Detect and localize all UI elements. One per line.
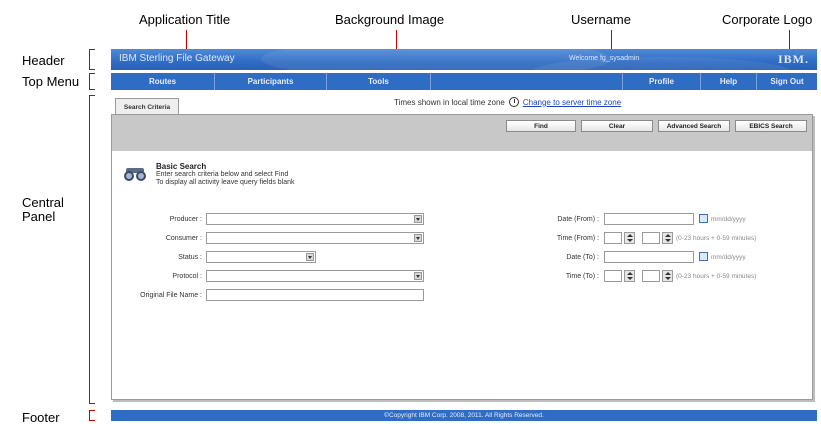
basic-search-title: Basic Search [156, 162, 207, 171]
annotation-footer: Footer [22, 410, 60, 424]
binoculars-icon [124, 168, 146, 181]
chevron-down-icon [414, 272, 422, 280]
annotation-bracket-top-menu [89, 73, 95, 90]
time-to-label: Time (To) : [565, 273, 599, 280]
menu-item-routes[interactable]: Routes [111, 73, 215, 90]
protocol-select[interactable] [206, 270, 424, 282]
central-panel: Search Criteria Times shown in local tim… [111, 93, 817, 405]
original-file-name-input[interactable] [206, 289, 424, 301]
annotation-bracket-central-panel [89, 95, 95, 404]
tab-search-criteria[interactable]: Search Criteria [115, 98, 179, 115]
date-to-label: Date (To) : [566, 254, 599, 261]
protocol-label: Protocol : [172, 273, 202, 280]
copyright-text: ©Copyright IBM Corp. 2008, 2011. All Rig… [384, 412, 544, 419]
date-format-hint: mm/dd/yyyy [711, 216, 746, 223]
date-to-input[interactable] [604, 251, 694, 263]
annotation-background-image: Background Image [335, 12, 445, 27]
time-to-minutes-input[interactable] [642, 270, 660, 282]
time-from-hours-spinner[interactable] [624, 232, 635, 244]
date-from-label: Date (From) : [557, 216, 599, 223]
menu-item-sign-out[interactable]: Sign Out [757, 73, 817, 90]
calendar-icon[interactable] [699, 214, 708, 223]
status-label: Status : [178, 254, 202, 261]
time-from-minutes-input[interactable] [642, 232, 660, 244]
clear-button[interactable]: Clear [581, 120, 653, 132]
find-button[interactable]: Find [506, 120, 576, 132]
annotation-bracket-header [89, 49, 95, 70]
time-from-hours-input[interactable] [604, 232, 622, 244]
status-select[interactable] [206, 251, 316, 263]
application-title: IBM Sterling File Gateway [119, 53, 235, 64]
timezone-text: Times shown in local time zone [394, 97, 505, 107]
time-from-minutes-spinner[interactable] [662, 232, 673, 244]
chevron-down-icon [414, 234, 422, 242]
consumer-select[interactable] [206, 232, 424, 244]
menu-item-tools[interactable]: Tools [327, 73, 431, 90]
app-footer: ©Copyright IBM Corp. 2008, 2011. All Rig… [111, 410, 817, 421]
date-from-input[interactable] [604, 213, 694, 225]
annotation-central-panel-1: Central [22, 195, 64, 210]
menu-item-help[interactable]: Help [701, 73, 757, 90]
annotation-header: Header [22, 53, 65, 68]
clock-icon [508, 97, 519, 107]
ebics-search-button[interactable]: EBICS Search [735, 120, 807, 132]
basic-search-instruction: Enter search criteria below and select F… [156, 171, 289, 178]
chevron-down-icon [414, 215, 422, 223]
change-timezone-link[interactable]: Change to server time zone [523, 98, 621, 107]
corporate-logo: IBM. [778, 52, 809, 66]
advanced-search-button[interactable]: Advanced Search [658, 120, 730, 132]
time-format-hint: (0-23 hours + 0-59 minutes) [676, 273, 757, 280]
annotation-top-menu: Top Menu [22, 74, 80, 89]
timezone-info: Times shown in local time zone Change to… [394, 97, 621, 107]
menu-item-participants[interactable]: Participants [215, 73, 327, 90]
chevron-down-icon [306, 253, 314, 261]
menu-item-profile[interactable]: Profile [623, 73, 701, 90]
panel-toolbar: Find Clear Advanced Search EBICS Search [112, 115, 812, 151]
search-panel: Find Clear Advanced Search EBICS Search … [111, 114, 813, 400]
consumer-label: Consumer : [165, 235, 202, 242]
menu-spacer [431, 73, 623, 90]
annotation-application-title: Application Title [139, 12, 231, 27]
producer-label: Producer : [169, 216, 202, 223]
app-header: IBM Sterling File Gateway Welcome fg_sys… [111, 49, 817, 70]
time-from-label: Time (From) : [556, 235, 599, 242]
time-to-minutes-spinner[interactable] [662, 270, 673, 282]
basic-search-instruction: To display all activity leave query fiel… [156, 179, 295, 186]
date-format-hint: mm/dd/yyyy [711, 254, 746, 261]
time-to-hours-input[interactable] [604, 270, 622, 282]
top-menu: Routes Participants Tools Profile Help S… [111, 73, 817, 90]
username-welcome: Welcome fg_sysadmin [569, 55, 640, 62]
annotation-corporate-logo: Corporate Logo [722, 12, 813, 27]
time-format-hint: (0-23 hours + 0-59 minutes) [676, 235, 757, 242]
annotation-username: Username [571, 12, 631, 27]
annotation-central-panel-2: Panel [22, 209, 56, 224]
time-to-hours-spinner[interactable] [624, 270, 635, 282]
producer-select[interactable] [206, 213, 424, 225]
annotation-bracket-footer [89, 410, 95, 421]
calendar-icon[interactable] [699, 252, 708, 261]
original-file-name-label: Original File Name : [140, 292, 202, 299]
